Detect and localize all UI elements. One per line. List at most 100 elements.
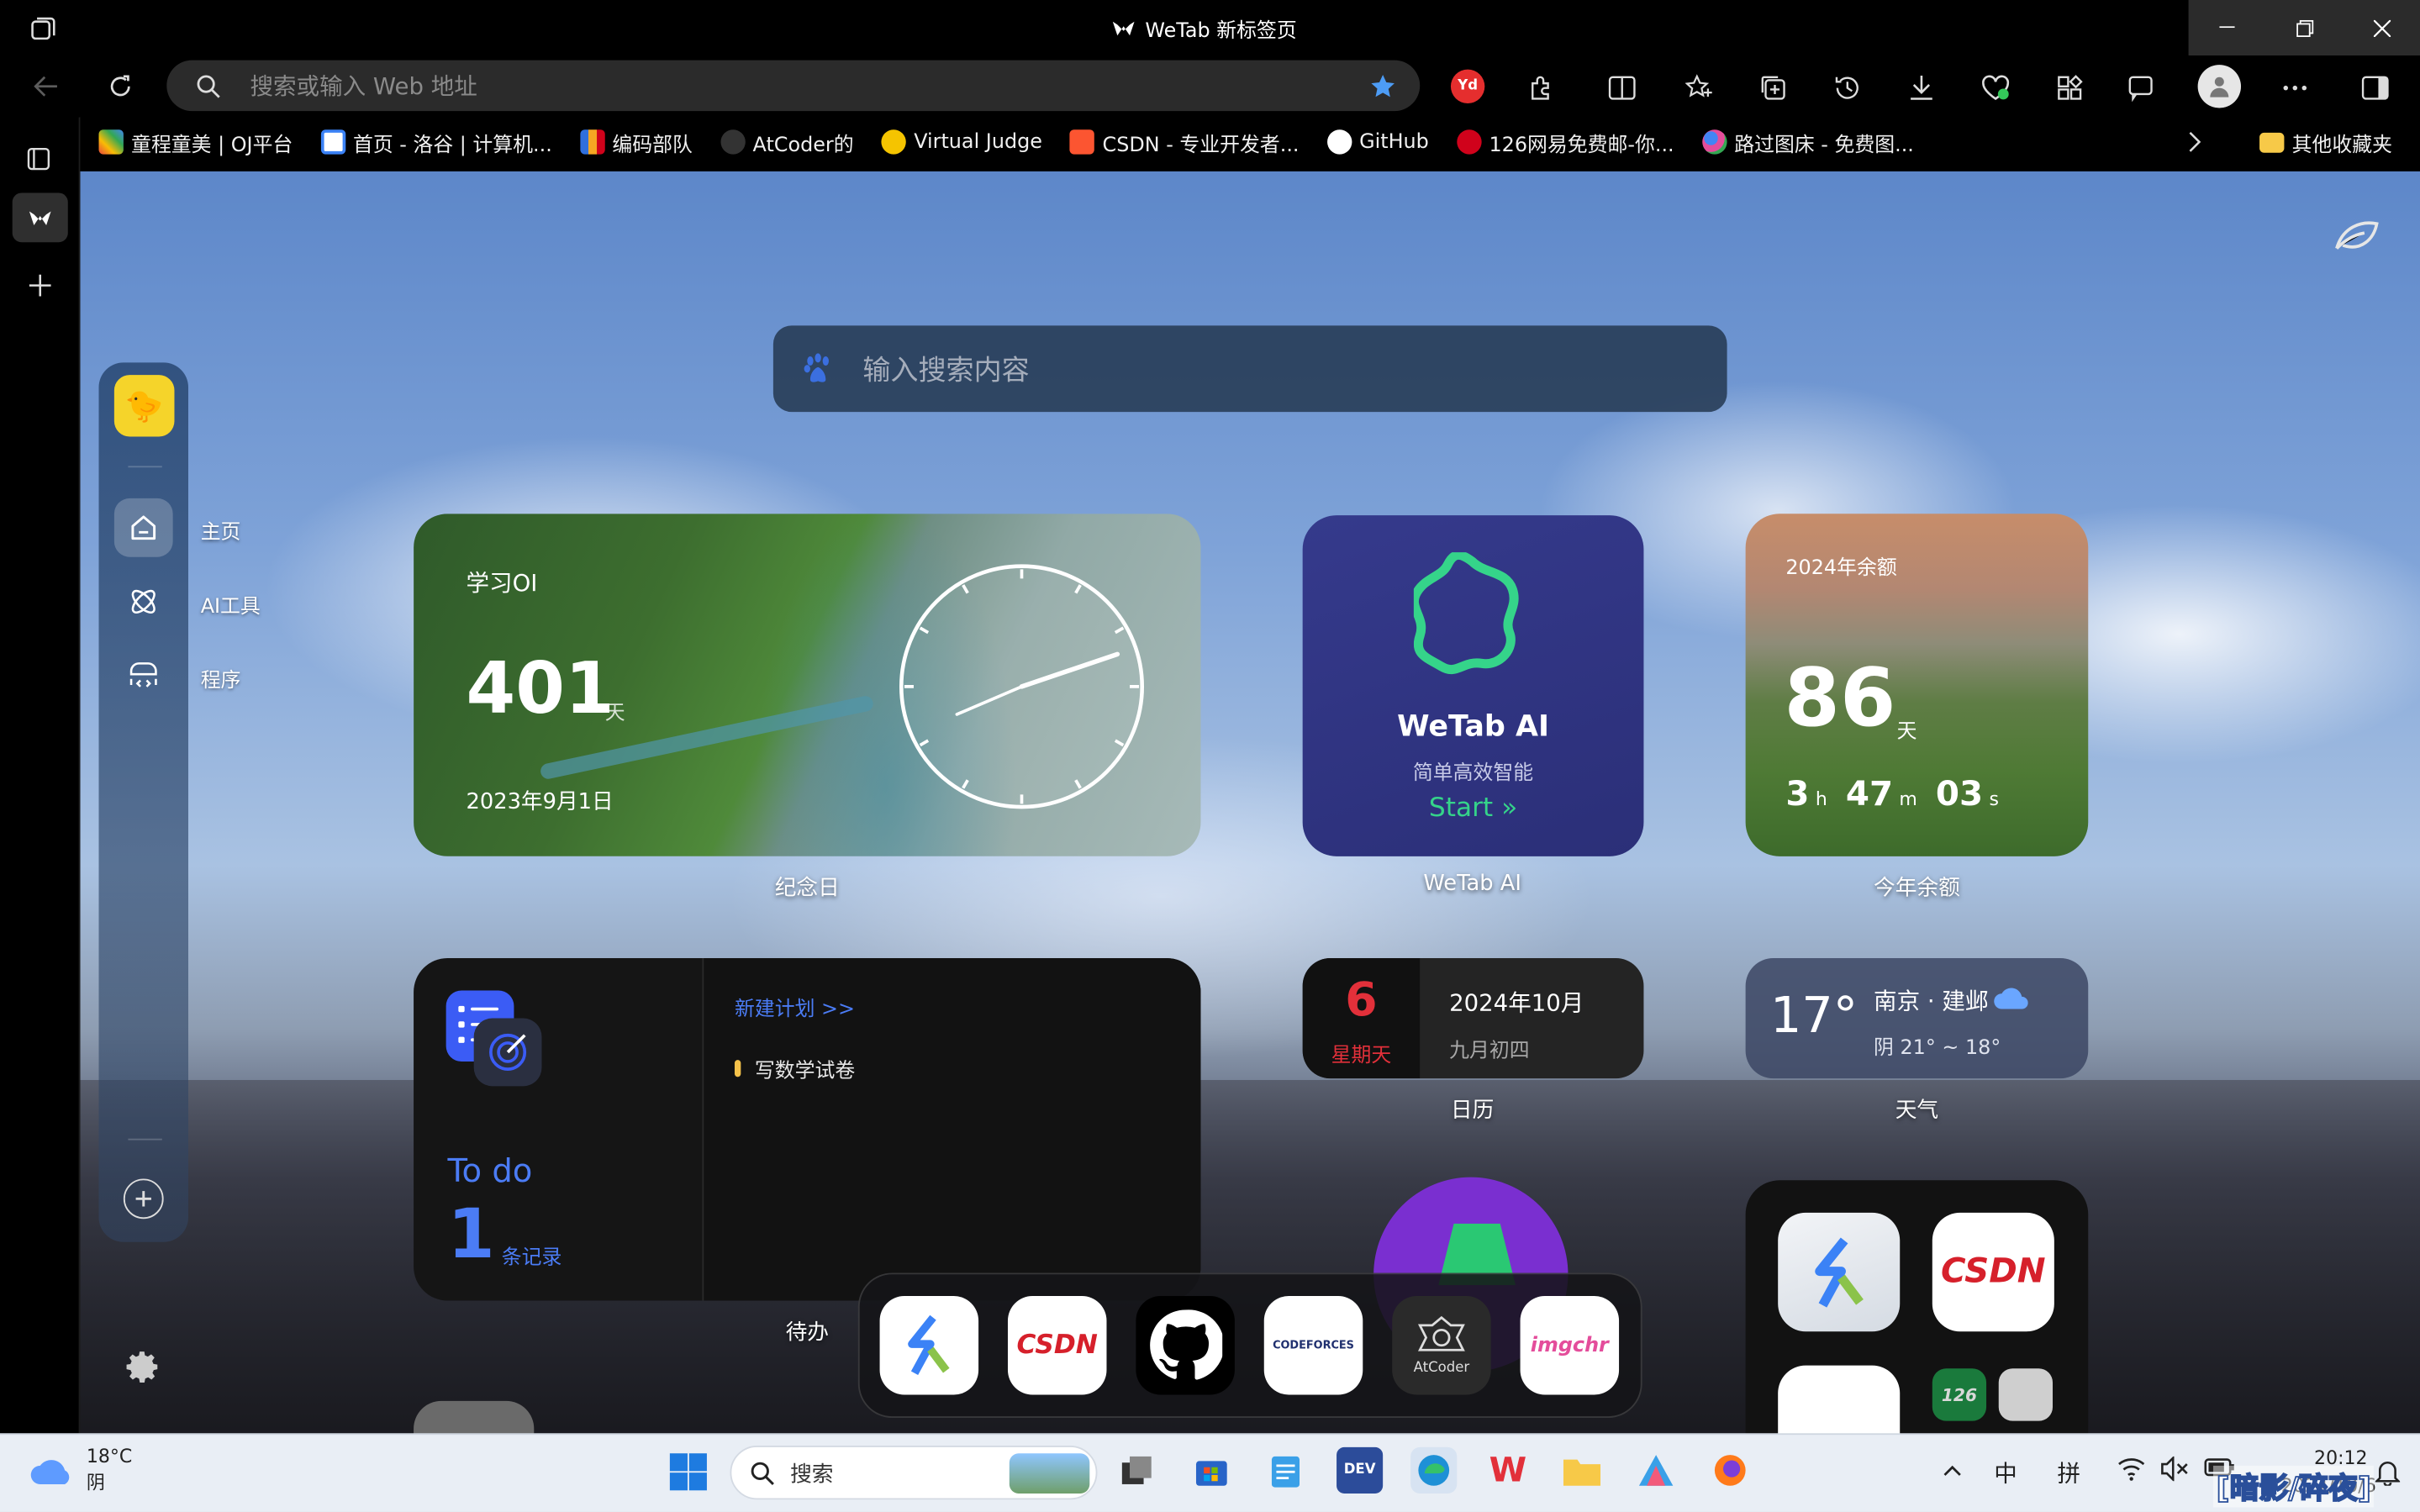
calendar-card[interactable]: 6 星期天 2024年10月 九月初四 <box>1303 958 1644 1078</box>
refresh-icon[interactable] <box>99 65 142 108</box>
sidebar-toggle-icon[interactable] <box>2355 68 2396 108</box>
edge-icon[interactable] <box>1410 1447 1457 1494</box>
dock-github[interactable] <box>1136 1296 1235 1394</box>
notepad-icon[interactable] <box>1263 1447 1309 1494</box>
dock-imgchr[interactable]: imgchr <box>1521 1296 1620 1394</box>
history-icon[interactable] <box>1827 68 1868 108</box>
windows-start-icon[interactable] <box>668 1451 709 1492</box>
bookmark-item[interactable]: AtCoder的 <box>720 127 854 158</box>
wetab-search-input[interactable]: 输入搜索内容 <box>862 349 1029 389</box>
split-screen-icon[interactable] <box>1602 68 1642 108</box>
taskbar-weather[interactable]: 18°C 阴 <box>28 1444 132 1496</box>
window-title-text: WeTab 新标签页 <box>1145 13 1296 43</box>
tray-overflow-icon[interactable] <box>1938 1457 1966 1484</box>
nav-ai-tools[interactable] <box>114 572 173 631</box>
github-favicon-icon <box>1327 129 1352 154</box>
favorite-star-icon[interactable] <box>1368 71 1399 102</box>
todo-item[interactable]: 写数学试卷 <box>735 1054 855 1083</box>
luogu-app-icon[interactable] <box>1778 1213 1900 1331</box>
extensions-icon[interactable] <box>1521 68 1562 108</box>
calendar-lunar: 九月初四 <box>1449 1034 1530 1063</box>
ai-tools-icon <box>127 585 161 619</box>
minimize-icon[interactable] <box>2189 0 2266 55</box>
baidu-paw-icon[interactable] <box>773 325 862 412</box>
favorites-icon[interactable] <box>1679 68 1720 108</box>
devcpp-icon[interactable]: DEV <box>1337 1447 1383 1494</box>
target-icon <box>474 1019 542 1087</box>
wetab-search-box[interactable]: 输入搜索内容 <box>773 325 1727 412</box>
bookmark-favicon-icon <box>580 129 604 154</box>
nav-programs-label[interactable]: 程序 <box>201 663 241 693</box>
ime-pinyin[interactable]: 拼 <box>2058 1457 2081 1489</box>
memorial-card[interactable]: 学习OI 401 天 2023年9月1日 <box>414 514 1200 856</box>
dock-atcoder[interactable]: AtCoder <box>1392 1296 1491 1394</box>
user-avatar[interactable]: 🐤 <box>114 375 175 436</box>
bookmark-item[interactable]: 首页 - 洛谷 | 计算机... <box>320 127 551 158</box>
other-favorites[interactable]: 其他收藏夹 <box>2259 127 2392 158</box>
add-group-icon[interactable] <box>124 1178 164 1219</box>
back-icon[interactable] <box>24 65 67 108</box>
bookmark-item[interactable]: 童程童美 | OJ平台 <box>99 127 293 158</box>
new-tab-icon[interactable] <box>20 266 61 306</box>
bookmark-item[interactable]: CSDN - 专业开发者... <box>1070 127 1300 158</box>
wetab-ai-slogan: 简单高效智能 <box>1303 756 1644 785</box>
ime-mode[interactable]: 中 <box>1994 1457 2017 1489</box>
bookmarks-overflow-icon[interactable] <box>2180 127 2211 158</box>
hours-unit: h <box>1816 788 1827 810</box>
wetab-ai-start-link[interactable]: Start » <box>1303 793 1644 824</box>
feedback-icon[interactable] <box>2121 68 2161 108</box>
year-left-card[interactable]: 2024年余额 86 天 3 h 47 m 03 s <box>1746 514 2089 856</box>
youdao-extension-icon[interactable]: Yd <box>1451 70 1484 103</box>
bookmark-item[interactable]: 编码部队 <box>580 127 693 158</box>
profile-avatar-icon[interactable] <box>2198 65 2241 108</box>
wps-icon[interactable]: W <box>1484 1447 1531 1494</box>
seconds-unit: s <box>1990 788 2000 810</box>
nav-programs[interactable] <box>114 646 173 705</box>
app-group-widget[interactable]: CSDN 126 <box>1746 1180 2089 1473</box>
copilot-icon[interactable] <box>1633 1447 1679 1494</box>
bookmark-item[interactable]: 路过图床 - 免费图... <box>1702 127 1914 158</box>
126-mail-app-icon[interactable]: 126 <box>1932 1368 1986 1420</box>
restore-icon[interactable] <box>2265 0 2343 55</box>
bookmark-item[interactable]: Virtual Judge <box>882 127 1042 158</box>
taskbar-search[interactable]: 搜索 <box>730 1446 1097 1499</box>
github-icon <box>1148 1309 1222 1383</box>
nav-ai-label[interactable]: AI工具 <box>201 589 261 619</box>
address-bar[interactable]: 搜索或输入 Web 地址 <box>166 61 1420 112</box>
dock-luogu[interactable] <box>880 1296 979 1394</box>
weather-card[interactable]: 17° 南京 · 建邺 阴 21° ~ 18° <box>1746 958 2089 1078</box>
workspaces-icon[interactable] <box>24 9 61 46</box>
todo-card[interactable]: To do 1 条记录 新建计划 >> 写数学试卷 <box>414 958 1200 1301</box>
nav-divider <box>128 466 161 467</box>
nav-home[interactable] <box>114 498 173 557</box>
bookmark-item[interactable]: GitHub <box>1327 127 1429 158</box>
browser-essentials-icon[interactable] <box>1975 68 2016 108</box>
watermark: [暗影/碎夜] <box>2213 1466 2375 1508</box>
close-icon[interactable] <box>2343 0 2420 55</box>
address-input[interactable]: 搜索或输入 Web 地址 <box>250 70 477 103</box>
nav-home-label[interactable]: 主页 <box>201 515 241 545</box>
task-view-icon[interactable] <box>1115 1447 1161 1494</box>
dock-csdn[interactable]: CSDN <box>1008 1296 1107 1394</box>
todo-title: To do <box>447 1152 532 1189</box>
csdn-app-icon[interactable]: CSDN <box>1932 1213 2054 1331</box>
wallpaper-leaf-icon[interactable] <box>2331 213 2383 259</box>
wetab-ai-card[interactable]: WeTab AI 简单高效智能 Start » <box>1303 515 1644 856</box>
seconds-value: 03 <box>1936 776 1983 814</box>
store-icon[interactable] <box>1189 1447 1235 1494</box>
apps-icon[interactable] <box>2049 68 2090 108</box>
collections-icon[interactable] <box>1753 68 1794 108</box>
notification-bell-icon[interactable] <box>2370 1457 2404 1488</box>
tab-wetab[interactable] <box>13 192 68 242</box>
dock-codeforces[interactable]: CODEFORCES <box>1264 1296 1363 1394</box>
more-menu-icon[interactable] <box>2275 68 2315 108</box>
settings-gear-icon[interactable] <box>124 1347 164 1388</box>
downloads-icon[interactable] <box>1901 68 1942 108</box>
todo-count: 1 <box>447 1196 494 1275</box>
todo-new-plan-link[interactable]: 新建计划 >> <box>735 992 855 1021</box>
tab-actions-icon[interactable] <box>18 139 59 179</box>
bookmark-item[interactable]: 126网易免费邮-你... <box>1457 127 1674 158</box>
file-explorer-icon[interactable] <box>1558 1447 1605 1494</box>
firefox-icon[interactable] <box>1707 1447 1753 1494</box>
codeforces-mini-icon[interactable] <box>1999 1368 2053 1420</box>
